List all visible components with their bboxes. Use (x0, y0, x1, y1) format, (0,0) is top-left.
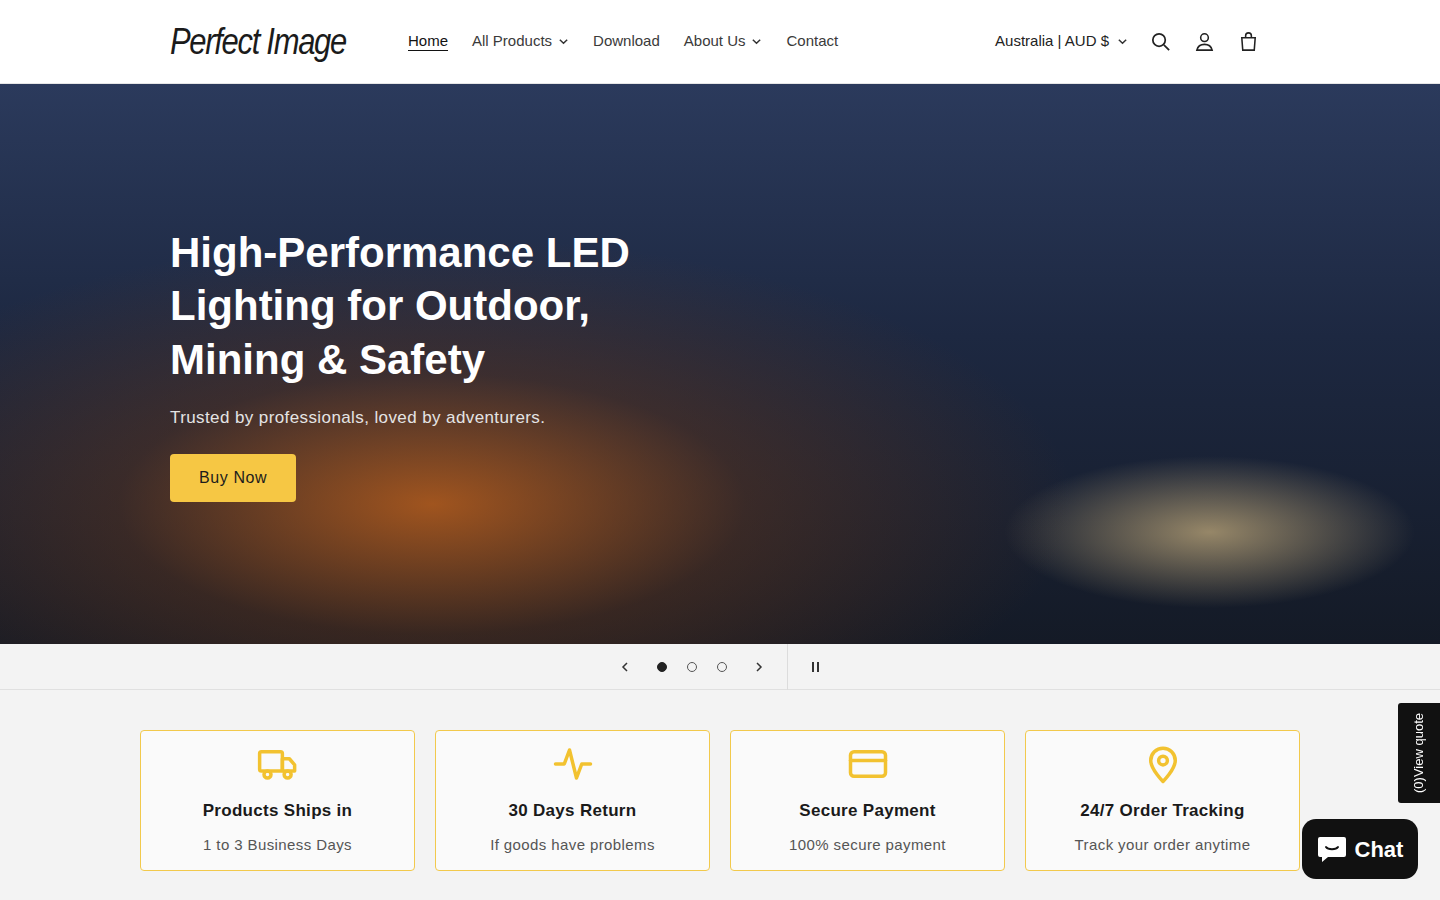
nav-label: Home (408, 30, 448, 53)
feature-title: Products Ships in (149, 798, 406, 824)
chat-button[interactable]: Chat (1302, 819, 1418, 879)
buy-now-button[interactable]: Buy Now (170, 454, 296, 502)
site-header: Perfect Image Home All Products Download Abo… (0, 0, 1440, 84)
feature-card: Secure Payment 100% secure payment (730, 730, 1005, 871)
next-slide-button[interactable] (737, 645, 781, 689)
chevron-down-icon (1117, 36, 1128, 47)
chevron-right-icon (753, 661, 765, 673)
feature-text: 1 to 3 Business Days (149, 834, 406, 857)
feature-text: 100% secure payment (739, 834, 996, 857)
features-section: Products Ships in 1 to 3 Business Days 30 … (0, 690, 1440, 900)
nav-label: About Us (684, 30, 746, 53)
nav-label: Contact (786, 30, 838, 53)
slide-dot[interactable] (687, 662, 697, 672)
feature-title: Secure Payment (739, 798, 996, 824)
header-container: Perfect Image Home All Products Download Abo… (155, 0, 1285, 83)
search-button[interactable] (1138, 20, 1182, 64)
truck-icon (257, 743, 299, 785)
feature-text: Track your order anytime (1034, 834, 1291, 857)
country-selector[interactable]: Australia | AUD $ (995, 30, 1128, 53)
feature-card: Products Ships in 1 to 3 Business Days (140, 730, 415, 871)
feature-title: 24/7 Order Tracking (1034, 798, 1291, 824)
search-icon (1149, 30, 1172, 53)
slide-dot[interactable] (717, 662, 727, 672)
pause-button[interactable] (794, 645, 838, 689)
slide-dot[interactable] (657, 662, 667, 672)
chevron-down-icon (751, 36, 762, 47)
hero-subtitle: Trusted by professionals, loved by adven… (170, 405, 1270, 431)
view-quote-label: (0)View quote (1409, 713, 1429, 793)
feature-card: 30 Days Return If goods have problems (435, 730, 710, 871)
country-label: Australia | AUD $ (995, 30, 1109, 53)
features-grid: Products Ships in 1 to 3 Business Days 30 … (140, 730, 1300, 871)
nav-link[interactable]: Home (396, 24, 460, 59)
chevron-down-icon (558, 36, 569, 47)
feature-text: If goods have problems (444, 834, 701, 857)
hero-container: High-Performance LED Lighting for Outdoo… (155, 226, 1285, 503)
nav-link[interactable]: About Us (672, 24, 775, 59)
slider-divider (787, 644, 788, 690)
hero-content: High-Performance LED Lighting for Outdoo… (170, 226, 1270, 503)
pause-icon (811, 661, 821, 673)
nav-link[interactable]: Contact (774, 24, 850, 59)
account-button[interactable] (1182, 20, 1226, 64)
nav-label: All Products (472, 30, 552, 53)
previous-slide-button[interactable] (603, 645, 647, 689)
logo[interactable]: Perfect Image (170, 15, 342, 69)
location-pin-icon (1142, 743, 1184, 785)
activity-icon (552, 743, 594, 785)
slider-controls (0, 644, 1440, 690)
chat-bubble-icon (1317, 835, 1347, 863)
nav-label: Download (593, 30, 660, 53)
user-icon (1193, 30, 1216, 53)
cart-button[interactable] (1226, 20, 1270, 64)
cart-icon (1237, 30, 1260, 53)
main-nav: Home All Products Download About Us Contact (396, 24, 850, 59)
chevron-left-icon (619, 661, 631, 673)
hero-title: High-Performance LED Lighting for Outdoo… (170, 226, 730, 387)
nav-link[interactable]: All Products (460, 24, 581, 59)
view-quote-tab[interactable]: (0)View quote (1398, 703, 1440, 803)
credit-card-icon (847, 743, 889, 785)
hero-banner: High-Performance LED Lighting for Outdoo… (0, 84, 1440, 644)
nav-link[interactable]: Download (581, 24, 672, 59)
header-actions: Australia | AUD $ (995, 20, 1270, 64)
chat-label: Chat (1355, 833, 1404, 866)
feature-card: 24/7 Order Tracking Track your order anyt… (1025, 730, 1300, 871)
feature-title: 30 Days Return (444, 798, 701, 824)
